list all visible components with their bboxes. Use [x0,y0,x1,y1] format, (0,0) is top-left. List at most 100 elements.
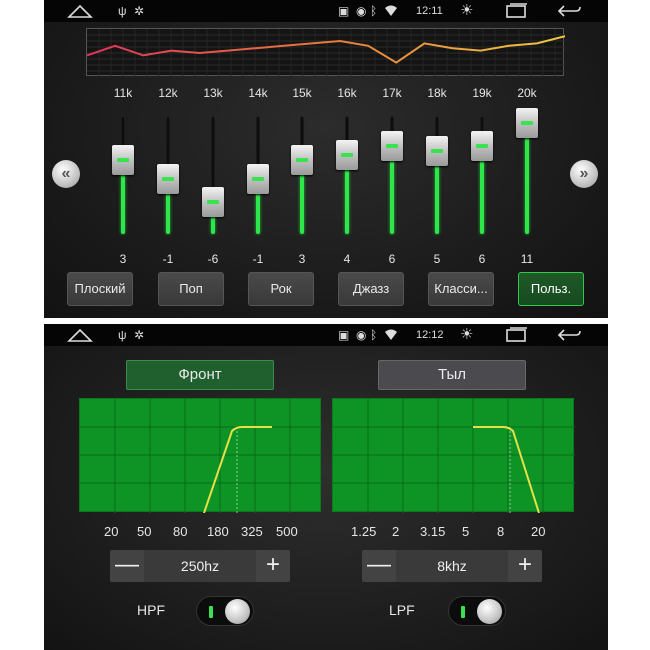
band-slider[interactable] [108,114,138,238]
hpf-curve [80,399,322,513]
bluetooth-icon: ᛒ [370,4,378,18]
slider-knob[interactable] [381,131,403,161]
slider-knob[interactable] [291,145,313,175]
slider-knob[interactable] [471,131,493,161]
back-icon[interactable] [556,327,582,343]
preset-button[interactable]: Плоский [67,272,133,306]
band-gain-value: -1 [252,252,264,266]
hpf-increase-button[interactable]: + [256,550,290,582]
eq-curve-graph [87,29,565,77]
status-clock: 12:11 [416,5,443,17]
band-frequency-label: 12k [158,86,178,100]
hpf-tick-label: 80 [173,524,188,539]
hpf-tick-label: 325 [241,524,263,539]
hpf-tick-label: 180 [207,524,229,539]
lpf-tick-label: 1.25 [351,524,377,539]
slider-knob[interactable] [516,107,538,138]
lpf-increase-button[interactable]: + [508,550,542,582]
preset-button[interactable]: Джазз [338,272,404,306]
brightness-icon[interactable]: ☀ [460,327,473,343]
preset-button[interactable]: Поп [158,272,224,306]
next-page-arrow-icon[interactable]: » [570,160,598,188]
lpf-toggle[interactable] [448,596,506,626]
slider-knob[interactable] [112,145,134,175]
lpf-label: LPF [389,602,415,618]
bluetooth-icon: ᛒ [370,328,378,342]
lpf-curve [333,399,575,513]
lpf-toggle-indicator [461,606,465,618]
band-slider[interactable] [198,114,228,238]
slider-knob[interactable] [157,163,179,194]
hpf-tick-label: 500 [276,524,298,539]
status-bar-bottom: ψ ✲ ▣ ◉ ᛒ 12:12 ☀ [44,324,608,346]
hpf-tick-label: 50 [137,524,152,539]
hpf-toggle[interactable] [196,596,254,626]
slider-fill [525,122,529,234]
lpf-stepper: — 8khz + [362,550,542,582]
back-icon[interactable] [556,3,582,19]
usb-icon: ψ [118,4,127,18]
slider-knob[interactable] [202,187,224,217]
band-slider[interactable] [243,114,273,238]
hpf-decrease-button[interactable]: — [110,550,144,582]
home-icon[interactable] [66,3,94,19]
hpf-label: HPF [137,602,165,618]
band-slider[interactable] [512,107,542,238]
equalizer-screen: ψ ✲ ▣ ◉ ᛒ 12:11 ☀ 11k 3 12k -1 13k -6 14k -1 15k… [44,0,608,318]
prev-page-arrow-icon[interactable]: « [52,160,80,188]
wifi-icon [385,5,397,16]
lpf-toggle-knob [477,599,502,624]
band-slider[interactable] [287,114,317,238]
crossover-screen: ψ ✲ ▣ ◉ ᛒ 12:12 ☀ Фронт Тыл 20 50 80 180… [44,324,608,650]
home-icon[interactable] [66,327,94,343]
tab-rear[interactable]: Тыл [378,360,526,390]
band-gain-value: 3 [119,252,127,266]
band-gain-value: 11 [520,252,534,266]
slider-knob[interactable] [247,163,269,194]
usb-icon: ψ [118,328,127,342]
lpf-value: 8khz [396,550,508,582]
hpf-graph [79,398,322,513]
settings-cog-icon: ✲ [134,328,145,342]
band-slider[interactable] [377,114,407,238]
band-gain-value: 4 [343,252,351,266]
eq-response-curve [86,28,565,77]
preset-button[interactable]: Рок [248,272,314,306]
band-frequency-label: 15k [292,86,312,100]
band-gain-value: -1 [162,252,174,266]
band-gain-value: -6 [207,252,219,266]
band-frequency-label: 13k [203,86,223,100]
preset-button[interactable]: Польз. [518,272,584,306]
recent-apps-icon[interactable] [504,327,528,343]
band-gain-value: 5 [433,252,441,266]
band-slider[interactable] [467,114,497,238]
slider-knob[interactable] [336,140,358,171]
preset-button[interactable]: Класси... [428,272,494,306]
status-bar: ψ ✲ ▣ ◉ ᛒ 12:11 ☀ [44,0,608,22]
settings-cog-icon: ✲ [134,4,145,18]
brightness-icon[interactable]: ☀ [460,3,473,19]
recent-apps-icon[interactable] [504,3,528,19]
location-icon: ◉ [356,4,367,18]
band-gain-value: 6 [388,252,396,266]
lpf-decrease-button[interactable]: — [362,550,396,582]
band-gain-value: 6 [478,252,486,266]
lpf-tick-label: 5 [462,524,470,539]
band-frequency-label: 17k [382,86,402,100]
tab-front[interactable]: Фронт [126,360,274,390]
band-slider[interactable] [332,114,362,238]
wifi-icon [385,329,397,340]
lpf-tick-label: 3.15 [420,524,446,539]
hpf-tick-label: 20 [104,524,119,539]
band-frequency-label: 16k [337,86,357,100]
lpf-graph [332,398,575,513]
band-frequency-label: 11k [113,86,133,100]
hpf-stepper: — 250hz + [110,550,290,582]
band-frequency-label: 19k [472,86,492,100]
band-slider[interactable] [422,114,452,238]
lpf-tick-label: 20 [531,524,546,539]
slider-knob[interactable] [426,135,448,166]
cast-icon: ▣ [338,4,350,18]
band-slider[interactable] [153,114,183,238]
band-frequency-label: 20k [517,86,537,100]
